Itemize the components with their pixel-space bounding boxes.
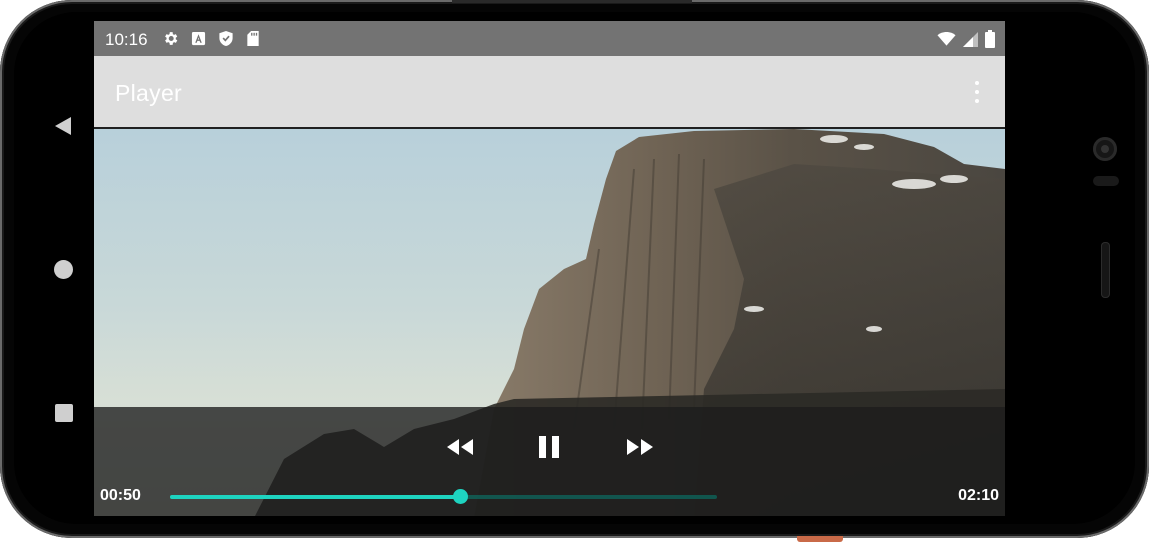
more-vert-icon[interactable] <box>965 80 989 104</box>
player-controls: 00:50 02:10 <box>94 407 1005 516</box>
signal-icon <box>963 31 978 47</box>
a-icon <box>191 31 206 46</box>
rewind-icon[interactable] <box>443 433 477 461</box>
app-title: Player <box>115 80 182 106</box>
screen: 10:16 Player 00:50 02:10 <box>94 21 1005 516</box>
seek-bar-thumb[interactable] <box>452 489 468 504</box>
shield-icon <box>219 30 233 47</box>
battery-icon <box>985 30 995 48</box>
fast-forward-icon[interactable] <box>623 433 657 461</box>
recents-icon[interactable] <box>54 403 74 423</box>
status-time: 10:16 <box>105 30 148 49</box>
status-bar: 10:16 <box>94 21 1005 56</box>
duration-time: 02:10 <box>958 487 999 504</box>
app-bar: Player <box>94 56 1005 127</box>
back-icon[interactable] <box>52 115 74 137</box>
sd-card-icon <box>247 30 259 47</box>
seek-bar-progress <box>170 495 460 499</box>
settings-icon <box>165 32 178 45</box>
current-time: 00:50 <box>100 487 141 504</box>
pause-icon[interactable] <box>536 433 562 461</box>
seek-bar[interactable] <box>170 489 717 504</box>
phone-frame: 10:16 Player 00:50 02:10 <box>0 0 1149 542</box>
top-edge <box>452 0 692 3</box>
wifi-icon <box>937 31 956 46</box>
front-camera <box>1093 137 1117 161</box>
home-icon[interactable] <box>53 259 74 280</box>
power-button <box>797 536 843 542</box>
sensor <box>1093 176 1119 186</box>
speaker-grille <box>1101 242 1110 298</box>
